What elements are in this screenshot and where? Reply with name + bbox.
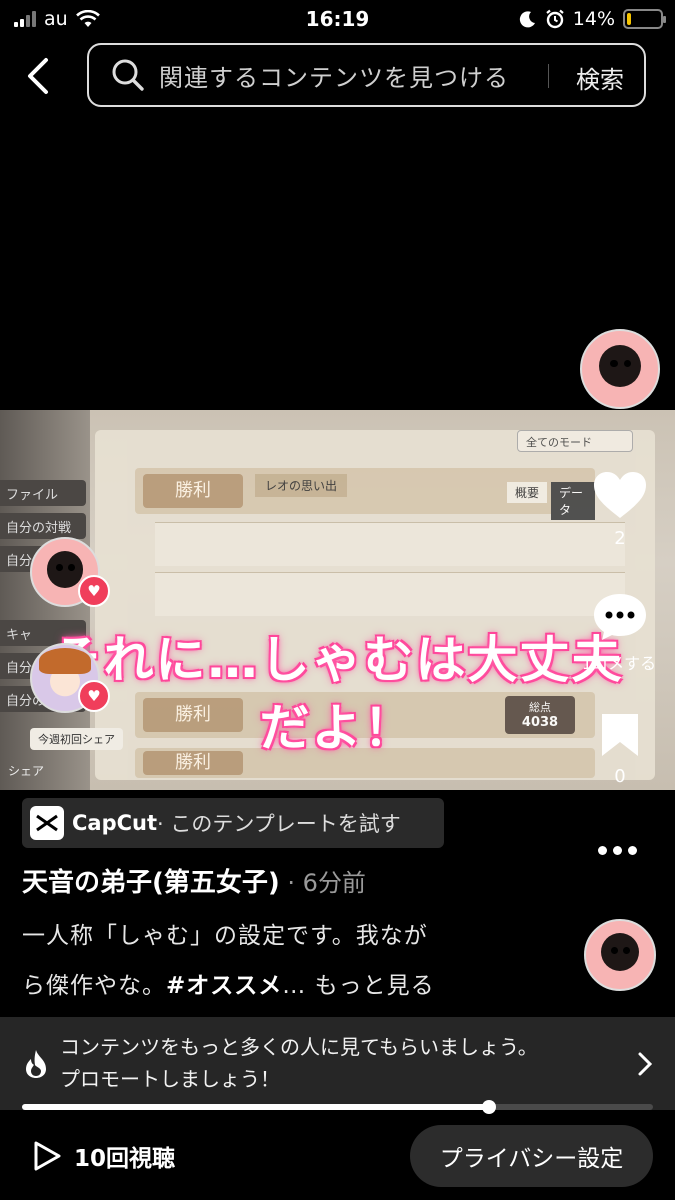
- flame-icon: [26, 1050, 46, 1078]
- status-right: 14%: [519, 8, 666, 30]
- privacy-settings-button[interactable]: プライバシー設定: [410, 1125, 653, 1187]
- progress-knob[interactable]: [481, 1100, 496, 1114]
- chevron-left-icon: [28, 58, 48, 94]
- search-bar[interactable]: 関連するコンテンツを見つける 検索: [87, 43, 646, 107]
- play-icon: [34, 1141, 61, 1171]
- caption-text: ら傑作やな。: [22, 973, 166, 999]
- game-mode-select: 全てのモード: [517, 430, 633, 452]
- heart-badge-icon: ♥: [78, 575, 110, 607]
- moon-icon: [519, 11, 535, 28]
- game-stat-row: [155, 522, 625, 566]
- like-count: 2: [614, 528, 626, 549]
- battery-icon: [623, 9, 666, 29]
- caption-hashtag[interactable]: #オススメ: [166, 973, 282, 999]
- promote-banner[interactable]: コンテンツをもっと多くの人に見てもらいましょう。 プロモートしましょう！: [0, 1017, 675, 1110]
- caption-more-link[interactable]: … もっと見る: [282, 973, 434, 999]
- heart-badge-icon: ♥: [78, 680, 110, 712]
- promote-line2: プロモートしましょう！: [60, 1067, 280, 1091]
- save-count: 0: [614, 766, 626, 787]
- chevron-right-icon: [638, 1052, 653, 1076]
- game-sidebar-item: 自分の対戦: [0, 513, 86, 539]
- status-bar: au 16:19 14%: [0, 0, 675, 38]
- view-count-label: 10回視聴: [74, 1146, 176, 1172]
- heart-icon: [594, 472, 646, 518]
- author-name[interactable]: 天音の弟子(第五女子): [22, 868, 280, 898]
- search-icon: [112, 59, 144, 91]
- comment-icon: [594, 594, 646, 640]
- search-input[interactable]: 関連するコンテンツを見つける: [159, 58, 509, 93]
- search-divider: [548, 64, 549, 88]
- save-button[interactable]: 0: [585, 712, 655, 787]
- caption-line: ら傑作やな。#オススメ… もっと見る: [22, 966, 435, 1000]
- game-result-tag: 勝利: [143, 474, 243, 508]
- game-result-row: 勝利 レオの思い出 概要 データ: [135, 468, 595, 520]
- progress-fill: [22, 1104, 489, 1110]
- author-avatar[interactable]: [584, 919, 656, 991]
- video-progress-bar[interactable]: [22, 1100, 653, 1114]
- comment-count: 1コメする: [581, 654, 657, 673]
- search-button[interactable]: 検索: [576, 60, 624, 95]
- game-sidebar-item: ファイル: [0, 480, 86, 506]
- comment-button[interactable]: 1コメする: [582, 592, 656, 674]
- game-note: レオの思い出: [255, 474, 348, 497]
- game-stat-row: [155, 572, 625, 616]
- view-count: 10回視聴: [32, 1139, 175, 1173]
- capcut-template-link[interactable]: CapCut · このテンプレートを試す: [22, 798, 444, 848]
- post-author-line: 天音の弟子(第五女子) · 6分前: [22, 862, 366, 899]
- bottom-bar: 10回視聴 プライバシー設定: [0, 1115, 675, 1200]
- like-button[interactable]: 2: [585, 470, 655, 549]
- battery-percent: 14%: [572, 8, 615, 30]
- capcut-suffix: · このテンプレートを試す: [157, 812, 401, 836]
- author-avatar-top[interactable]: [580, 329, 660, 409]
- bookmark-icon: [602, 714, 638, 756]
- capcut-brand: CapCut: [72, 811, 158, 835]
- promote-line1: コンテンツをもっと多くの人に見てもらいましょう。: [60, 1035, 538, 1059]
- post-time: · 6分前: [279, 869, 366, 897]
- alarm-icon: [546, 9, 564, 29]
- capcut-logo-icon: [30, 806, 64, 840]
- game-share-label: シェア: [8, 764, 45, 778]
- back-button[interactable]: [22, 56, 58, 96]
- more-options-icon[interactable]: [598, 846, 637, 855]
- game-tab: 概要: [507, 482, 548, 503]
- caption-line: 一人称「しゃむ」の設定です。我なが: [22, 923, 428, 949]
- promote-text: コンテンツをもっと多くの人に見てもらいましょう。 プロモートしましょう！: [60, 1031, 538, 1095]
